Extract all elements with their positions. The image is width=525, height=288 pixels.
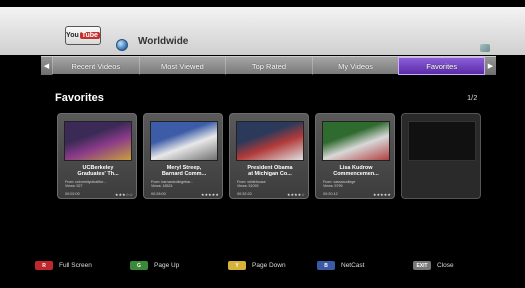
tab-favorites[interactable]: Favorites xyxy=(398,57,485,75)
close-label: Close xyxy=(437,262,454,269)
video-title: UCBerkeley Graduates' Th... xyxy=(61,165,135,178)
video-card[interactable]: UCBerkeley Graduates' Th... From: univer… xyxy=(57,113,137,199)
video-views: Views: 527 xyxy=(65,184,83,189)
video-thumbnail xyxy=(150,121,218,161)
logo-text-tube: Tube xyxy=(79,32,100,39)
tab-most-viewed[interactable]: Most Viewed xyxy=(138,57,226,75)
empty-video-slot xyxy=(401,113,481,199)
video-card[interactable]: President Obama at Michigan Co... From: … xyxy=(229,113,309,199)
rating-stars-icon: ★★★★★ xyxy=(200,193,219,197)
full-screen-button[interactable]: R Full Screen xyxy=(35,261,92,270)
blue-key-icon: B xyxy=(317,261,335,270)
video-thumbnail xyxy=(322,121,390,161)
video-title-line: at Michigan Co... xyxy=(248,171,292,178)
video-footer: 00:32:20 ★★★★☆ xyxy=(237,192,305,197)
tab-top-rated[interactable]: Top Rated xyxy=(225,57,312,75)
tab-scroll-right-icon[interactable]: ▶ xyxy=(485,57,496,75)
yellow-key-icon: Y xyxy=(228,261,246,270)
remote-key-legend: R Full Screen G Page Up Y Page Down B Ne… xyxy=(0,256,525,276)
close-button[interactable]: EXIT Close xyxy=(413,261,454,270)
netcast-label: NetCast xyxy=(341,262,365,269)
page-up-button[interactable]: G Page Up xyxy=(130,261,179,270)
video-footer: 00:02:00 ★★★☆☆ xyxy=(65,192,133,197)
tab-scroll-left-icon[interactable]: ◀ xyxy=(41,57,52,75)
page-up-label: Page Up xyxy=(154,262,180,269)
video-title-line: Commencemen... xyxy=(333,171,379,178)
video-views: Views: 5799 xyxy=(323,184,343,189)
region-label[interactable]: Worldwide xyxy=(138,36,188,47)
empty-thumbnail xyxy=(408,121,476,161)
video-title-line: Barnard Comm... xyxy=(161,171,207,178)
logo-text-you: You xyxy=(66,32,79,39)
page-down-button[interactable]: Y Page Down xyxy=(228,261,286,270)
video-thumbnail xyxy=(64,121,132,161)
youtube-app-screen: You Tube Worldwide ◀ Recent Videos Most … xyxy=(0,0,525,288)
page-down-label: Page Down xyxy=(252,262,286,269)
video-title: President Obama at Michigan Co... xyxy=(233,165,307,178)
video-grid: UCBerkeley Graduates' Th... From: univer… xyxy=(57,113,481,199)
video-title: Meryl Streep, Barnard Comm... xyxy=(147,165,221,178)
video-title-line: Graduates' Th... xyxy=(77,171,119,178)
app-header: You Tube Worldwide xyxy=(0,7,525,55)
rating-stars-icon: ★★★☆☆ xyxy=(114,193,133,197)
page-indicator: 1/2 xyxy=(467,93,478,102)
video-card[interactable]: Meryl Streep, Barnard Comm... From: barn… xyxy=(143,113,223,199)
video-card[interactable]: Lisa Kudrow Commencemen... From: vassarc… xyxy=(315,113,395,199)
video-meta: From: vassarcollege Views: 5799 xyxy=(323,180,391,189)
red-key-icon: R xyxy=(35,261,53,270)
video-meta: From: whitehouse Views: 51093 xyxy=(237,180,305,189)
tab-list: Recent Videos Most Viewed Top Rated My V… xyxy=(52,57,485,75)
video-views: Views: 18524 xyxy=(151,184,173,189)
full-screen-label: Full Screen xyxy=(59,262,92,269)
tab-recent-videos[interactable]: Recent Videos xyxy=(52,57,139,75)
youtube-logo: You Tube xyxy=(65,26,101,45)
rating-stars-icon: ★★★★☆ xyxy=(286,193,305,197)
rating-stars-icon: ★★★★★ xyxy=(372,193,391,197)
video-footer: 00:20:12 ★★★★★ xyxy=(323,192,391,197)
exit-key-icon: EXIT xyxy=(413,261,431,270)
video-meta: From: barnardcollegebar... Views: 18524 xyxy=(151,180,219,189)
green-key-icon: G xyxy=(130,261,148,270)
video-meta: From: universityofcalifor... Views: 527 xyxy=(65,180,133,189)
video-duration: 00:32:20 xyxy=(237,192,252,196)
video-duration: 00:02:00 xyxy=(65,192,80,196)
video-footer: 00:28:00 ★★★★★ xyxy=(151,192,219,197)
network-icon xyxy=(480,44,490,52)
tab-bar: ◀ Recent Videos Most Viewed Top Rated My… xyxy=(41,56,496,75)
video-views: Views: 51093 xyxy=(237,184,259,189)
page-title: Favorites xyxy=(55,92,104,104)
tab-my-videos[interactable]: My Videos xyxy=(311,57,399,75)
video-duration: 00:28:00 xyxy=(151,192,166,196)
netcast-button[interactable]: B NetCast xyxy=(317,261,364,270)
globe-icon xyxy=(116,39,128,51)
video-title: Lisa Kudrow Commencemen... xyxy=(319,165,393,178)
video-thumbnail xyxy=(236,121,304,161)
video-duration: 00:20:12 xyxy=(323,192,338,196)
